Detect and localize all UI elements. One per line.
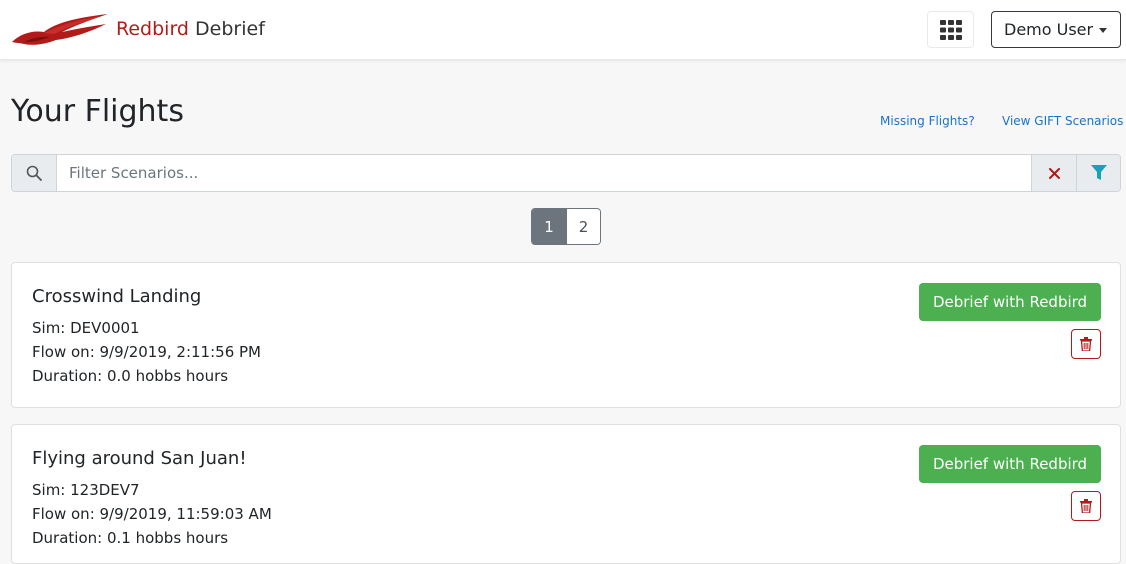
brand-debrief: Debrief (195, 18, 265, 40)
pagination: 1 2 (531, 208, 601, 245)
flight-sim: Sim: 123DEV7 (32, 481, 140, 499)
delete-flight-button[interactable] (1071, 329, 1101, 359)
trash-icon (1080, 499, 1092, 513)
debrief-with-redbird-button[interactable]: Debrief with Redbird (919, 445, 1101, 483)
filter-scenarios-input[interactable] (57, 155, 1031, 191)
filter-icon (1091, 165, 1107, 180)
debrief-with-redbird-button[interactable]: Debrief with Redbird (919, 283, 1101, 321)
filter-bar (11, 154, 1121, 192)
app-brand[interactable]: Redbird Debrief (116, 17, 265, 41)
filter-options-button[interactable] (1076, 155, 1120, 191)
missing-flights-link[interactable]: Missing Flights? (880, 114, 975, 128)
flight-card: Flying around San Juan! Sim: 123DEV7 Flo… (11, 424, 1121, 564)
flight-flown-date: Flow on: 9/9/2019, 11:59:03 AM (32, 505, 272, 523)
flight-sim: Sim: DEV0001 (32, 319, 140, 337)
search-addon (12, 155, 57, 191)
search-icon (26, 165, 42, 181)
page-2-button[interactable]: 2 (565, 209, 600, 244)
user-menu-label: Demo User (1004, 20, 1094, 39)
flight-title: Flying around San Juan! (32, 448, 247, 469)
delete-flight-button[interactable] (1071, 491, 1101, 521)
clear-filter-button[interactable] (1031, 155, 1076, 191)
trash-icon (1080, 337, 1092, 351)
caret-down-icon (1099, 28, 1107, 33)
view-gift-scenarios-link[interactable]: View GIFT Scenarios (1002, 114, 1123, 128)
flight-duration: Duration: 0.1 hobbs hours (32, 529, 229, 547)
flight-title: Crosswind Landing (32, 286, 202, 307)
brand-redbird: Redbird (116, 18, 189, 40)
flight-duration: Duration: 0.0 hobbs hours (32, 367, 229, 385)
close-icon (1048, 167, 1060, 179)
page-1-button[interactable]: 1 (532, 209, 566, 244)
flight-card: Crosswind Landing Sim: DEV0001 Flow on: … (11, 262, 1121, 408)
redbird-logo[interactable] (10, 12, 110, 48)
flight-flown-date: Flow on: 9/9/2019, 2:11:56 PM (32, 343, 261, 361)
grid-icon (939, 19, 962, 40)
page-title: Your Flights (11, 94, 184, 129)
apps-menu-button[interactable] (927, 11, 974, 48)
user-menu-button[interactable]: Demo User (991, 11, 1121, 48)
top-navbar: Redbird Debrief Demo User (0, 0, 1126, 60)
